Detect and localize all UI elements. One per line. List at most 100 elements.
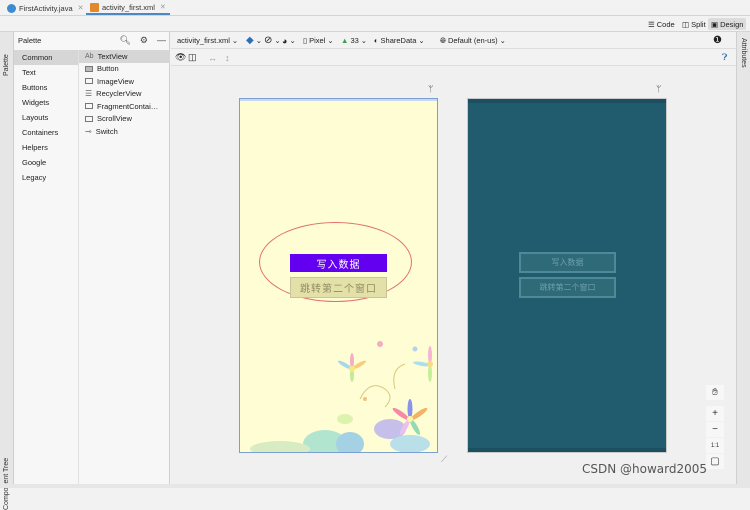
design-label: Design (720, 19, 744, 29)
category-google[interactable]: Google (14, 155, 78, 170)
chevron-down-icon: ⌄ (274, 36, 281, 45)
category-common[interactable]: Common (14, 50, 78, 65)
category-buttons[interactable]: Buttons (14, 80, 78, 95)
chevron-down-icon: ⌄ (327, 36, 334, 45)
blueprint-nav-bar (468, 448, 666, 452)
chevron-down-icon: ⌄ (255, 36, 262, 45)
widget-fragmentcontainer[interactable]: FragmentContai… (79, 100, 170, 113)
java-file-icon (7, 3, 16, 13)
night-mode-button[interactable]: ◕ ⌄ (282, 35, 296, 46)
design-mode-button[interactable]: ▣ Design (708, 18, 747, 30)
file-selector-label: activity_first.xml (177, 36, 230, 45)
help-icon[interactable]: ❓︎ (722, 52, 727, 63)
blueprint-status-bar (468, 99, 666, 103)
theme-icon: ◐ (374, 36, 379, 45)
button-icon (85, 65, 93, 72)
design-toolbar-secondary: 👁︎ ◫ ↔ ↕ ❓︎ (171, 49, 736, 66)
orientation-button[interactable]: ⊘ ⌄ (264, 35, 281, 46)
locale-label: Default (en-us) (448, 36, 498, 45)
pin-icon[interactable]: ᛘ (656, 84, 661, 94)
widget-switch[interactable]: ⊸ Switch (79, 125, 170, 138)
horizontal-resize-icon[interactable]: ↔ (208, 52, 217, 63)
gear-icon[interactable]: ⚙ (140, 35, 148, 46)
jump-second-window-button[interactable]: 跳转第二个窗口 (290, 277, 387, 298)
theme-selector[interactable]: ◐ ShareData ⌄ (374, 35, 425, 46)
blueprint-jump-button[interactable]: 跳转第二个窗口 (519, 277, 616, 298)
category-legacy[interactable]: Legacy (14, 170, 78, 185)
palette-header: Palette 🔍︎ ⚙ — (14, 32, 170, 49)
editor-tab-bar: FirstActivity.java ✕ activity_first.xml … (0, 0, 750, 16)
pan-hand-icon[interactable]: ✋︎ (706, 385, 724, 400)
widget-recyclerview[interactable]: ☰ RecyclerView (79, 88, 170, 101)
category-widgets[interactable]: Widgets (14, 95, 78, 110)
widget-textview[interactable]: Ab TextView (79, 50, 170, 63)
eye-icon[interactable]: 👁︎ (175, 52, 186, 63)
phone-icon: ▯ (303, 36, 308, 45)
split-mode-button[interactable]: ◫ Split (679, 18, 709, 30)
tab-first-activity-java[interactable]: FirstActivity.java ✕ (3, 1, 88, 15)
zoom-in-button[interactable]: + (706, 406, 724, 421)
minimize-icon[interactable]: — (157, 35, 166, 46)
split-icon: ◫ (682, 19, 690, 29)
tab-label: activity_first.xml (102, 2, 155, 12)
component-tree-tool-tab[interactable]: Component Tree (3, 440, 10, 510)
android-icon: ▲ (341, 36, 349, 45)
category-text[interactable]: Text (14, 65, 78, 80)
palette-widgets: Ab TextView Button ImageView ☰ RecyclerV… (78, 50, 170, 488)
chevron-down-icon: ⌄ (499, 36, 506, 45)
left-tool-strip: Palette Component Tree (0, 32, 14, 510)
right-tool-strip: Attributes (736, 32, 750, 488)
close-icon[interactable]: ✕ (160, 3, 166, 11)
widget-button[interactable]: Button (79, 63, 170, 76)
category-helpers[interactable]: Helpers (14, 140, 78, 155)
zoom-out-button[interactable]: − (706, 422, 724, 437)
category-containers[interactable]: Containers (14, 125, 78, 140)
widget-label: ImageView (97, 76, 134, 86)
chevron-down-icon: ⌄ (360, 36, 368, 45)
zoom-fit-icon[interactable]: ▢ (706, 454, 724, 469)
widget-scrollview[interactable]: ScrollView (79, 113, 170, 126)
device-label: Pixel (309, 36, 326, 45)
widget-label: TextView (97, 51, 128, 61)
blueprint-write-data-button[interactable]: 写入数据 (519, 252, 616, 273)
watermark: CSDN @howard2005 (582, 462, 708, 476)
palette-title: Palette (18, 36, 42, 45)
night-mode-icon: ◕ (282, 35, 288, 46)
resize-handle-icon[interactable]: ⟋ (441, 454, 447, 465)
text-icon: Ab (85, 52, 94, 60)
category-layouts[interactable]: Layouts (14, 110, 78, 125)
chevron-down-icon: ⌄ (231, 36, 239, 45)
vertical-resize-icon[interactable]: ↕ (225, 52, 230, 63)
warning-icon[interactable]: ❶ (713, 35, 722, 46)
status-bar-bottom (0, 484, 750, 488)
blueprint-toggle-icon[interactable]: ◫ (188, 52, 197, 63)
list-icon: ☰ (85, 89, 93, 99)
code-mode-button[interactable]: ☰ Code (645, 18, 678, 30)
search-icon[interactable]: 🔍︎ (119, 35, 130, 46)
layers-button[interactable]: ◆ ⌄ (246, 35, 262, 46)
tab-activity-first-xml[interactable]: activity_first.xml ✕ (86, 1, 170, 15)
palette-tool-tab[interactable]: Palette (3, 36, 10, 76)
close-icon[interactable]: ✕ (78, 4, 84, 12)
blueprint-preview[interactable] (467, 98, 667, 453)
palette-tool-label: Palette (3, 54, 10, 76)
toggle-icon: ⊸ (85, 126, 92, 136)
widget-label: RecyclerView (96, 89, 142, 99)
palette-panel: Palette 🔍︎ ⚙ — Common Text Buttons Widge… (14, 32, 170, 488)
device-selector[interactable]: ▯ Pixel ⌄ (303, 35, 334, 46)
file-selector[interactable]: activity_first.xml ⌄ (177, 35, 238, 46)
attributes-tool-tab[interactable]: Attributes (740, 38, 747, 88)
chevron-down-icon: ⌄ (289, 36, 296, 45)
write-data-button[interactable]: 写入数据 (290, 254, 387, 272)
xml-file-icon (90, 2, 99, 12)
widget-label: Switch (95, 126, 118, 136)
orientation-icon: ⊘ (264, 35, 273, 46)
pin-icon[interactable]: ᛘ (428, 84, 433, 94)
chevron-down-icon: ⌄ (418, 36, 425, 45)
api-selector[interactable]: ▲ 33 ⌄ (341, 35, 367, 46)
code-label: Code (656, 19, 675, 29)
tab-label: FirstActivity.java (19, 3, 73, 13)
locale-selector[interactable]: 🌐︎ Default (en-us) ⌄ (440, 35, 506, 46)
zoom-one-to-one-button[interactable]: 1:1 (706, 438, 724, 453)
widget-imageview[interactable]: ImageView (79, 75, 170, 88)
